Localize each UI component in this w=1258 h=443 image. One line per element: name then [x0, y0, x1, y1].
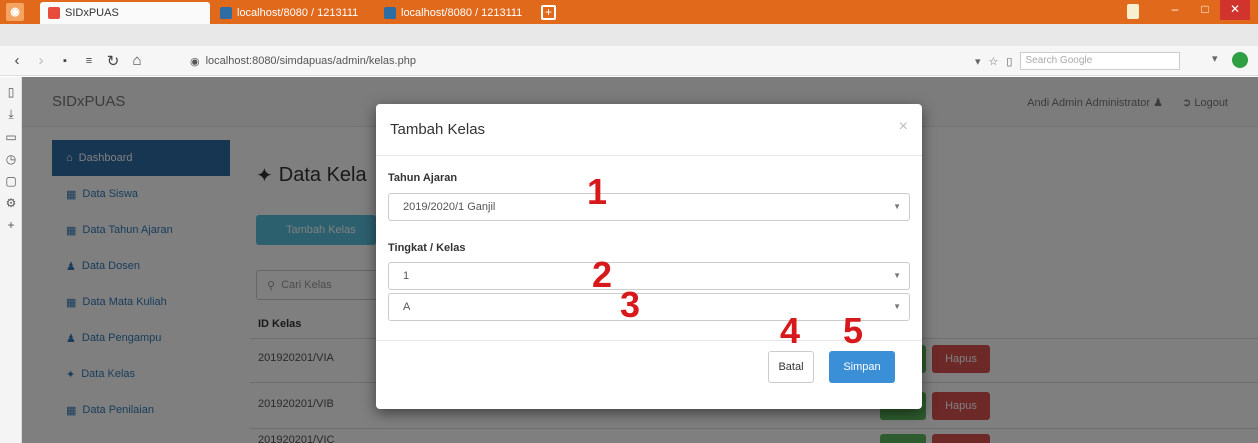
- save-button[interactable]: Simpan: [829, 351, 895, 383]
- tahun-ajaran-select[interactable]: 2019/2020/1 Ganjil ▼: [388, 193, 910, 221]
- extension-icon[interactable]: [1232, 52, 1248, 68]
- home-icon[interactable]: ⌂: [130, 52, 144, 69]
- settings-icon[interactable]: ⚙: [0, 196, 22, 210]
- tab-active[interactable]: SIDxPUAS: [40, 2, 210, 24]
- tab-strip: ◉ SIDxPUAS localhost/8080 / 1213111 loca…: [0, 0, 1258, 24]
- notes-icon[interactable]: ▭: [0, 130, 22, 144]
- toolbar-right: ▾ ☆ ▯ Search Google: [975, 52, 1181, 70]
- tingkat-value: 1: [403, 270, 410, 282]
- search-engine-input[interactable]: Search Google: [1020, 52, 1181, 70]
- tingkat-select[interactable]: 1 ▼: [388, 262, 910, 290]
- site-info-icon: ◉: [190, 55, 200, 68]
- tab-label: localhost/8080 / 1213111: [401, 7, 523, 19]
- tambah-kelas-modal: Tambah Kelas × Tahun Ajaran 2019/2020/1 …: [376, 104, 922, 409]
- chevron-down-icon: ▼: [893, 271, 901, 280]
- bookmark-icon[interactable]: ▯: [0, 85, 22, 99]
- tahun-ajaran-value: 2019/2020/1 Ganjil: [403, 201, 496, 213]
- tab-favicon-icon: [48, 7, 60, 19]
- new-tab-button[interactable]: +: [541, 5, 556, 20]
- tahun-ajaran-label: Tahun Ajaran: [388, 172, 458, 184]
- reader-icon[interactable]: ▯: [1006, 55, 1012, 68]
- browser-menu-icon[interactable]: ◉: [6, 3, 24, 21]
- reload-icon[interactable]: ↻: [106, 52, 120, 70]
- browser-sidebar-strip: ▯ ⤓ ▭ ◷ ▢ ⚙ +: [0, 77, 22, 443]
- annotation-5: 5: [843, 310, 864, 351]
- annotation-1: 1: [587, 171, 608, 212]
- history-icon[interactable]: ≡: [82, 55, 96, 67]
- close-icon[interactable]: ×: [899, 118, 908, 136]
- maximize-button[interactable]: □: [1190, 0, 1220, 20]
- extension-menu-icon[interactable]: ▾: [1212, 52, 1218, 65]
- dropdown-icon[interactable]: ▾: [975, 55, 981, 68]
- back-icon[interactable]: ‹: [10, 52, 24, 69]
- cancel-button[interactable]: Batal: [768, 351, 814, 383]
- chevron-down-icon: ▼: [893, 302, 901, 311]
- tab-label: localhost/8080 / 1213111: [237, 7, 359, 19]
- tab-label: SIDxPUAS: [65, 7, 119, 19]
- history-panel-icon[interactable]: ◷: [0, 152, 22, 166]
- tab-3[interactable]: localhost/8080 / 1213111: [376, 2, 534, 24]
- close-window-button[interactable]: ✕: [1220, 0, 1250, 20]
- address-text: localhost:8080/simdapuas/admin/kelas.php: [205, 55, 416, 67]
- window-icon[interactable]: ▢: [0, 174, 22, 188]
- kelas-value: A: [403, 301, 411, 313]
- minimize-button[interactable]: –: [1160, 0, 1190, 20]
- modal-footer-divider: [376, 340, 922, 341]
- chevron-down-icon: ▼: [893, 202, 901, 211]
- tray-icon: [1127, 4, 1139, 19]
- tab-favicon-icon: [384, 7, 396, 19]
- tab-favicon-icon: [220, 7, 232, 19]
- tingkat-kelas-label: Tingkat / Kelas: [388, 242, 466, 254]
- modal-header: Tambah Kelas ×: [376, 104, 922, 156]
- bookmarks-icon[interactable]: ▪: [58, 55, 72, 67]
- kelas-select[interactable]: A ▼: [388, 293, 910, 321]
- tab-2[interactable]: localhost/8080 / 1213111: [212, 2, 372, 24]
- annotation-3: 3: [620, 284, 641, 325]
- forward-icon[interactable]: ›: [34, 52, 48, 69]
- modal-title: Tambah Kelas: [390, 121, 486, 138]
- annotation-2: 2: [592, 254, 613, 295]
- bookmark-star-icon[interactable]: ☆: [989, 55, 999, 68]
- download-icon[interactable]: ⤓: [0, 107, 22, 122]
- add-panel-icon[interactable]: +: [0, 218, 22, 232]
- annotation-4: 4: [780, 310, 801, 351]
